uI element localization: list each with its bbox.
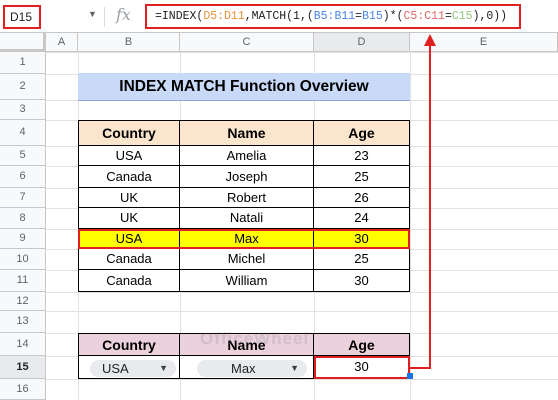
annotation-arrow xyxy=(410,34,436,369)
